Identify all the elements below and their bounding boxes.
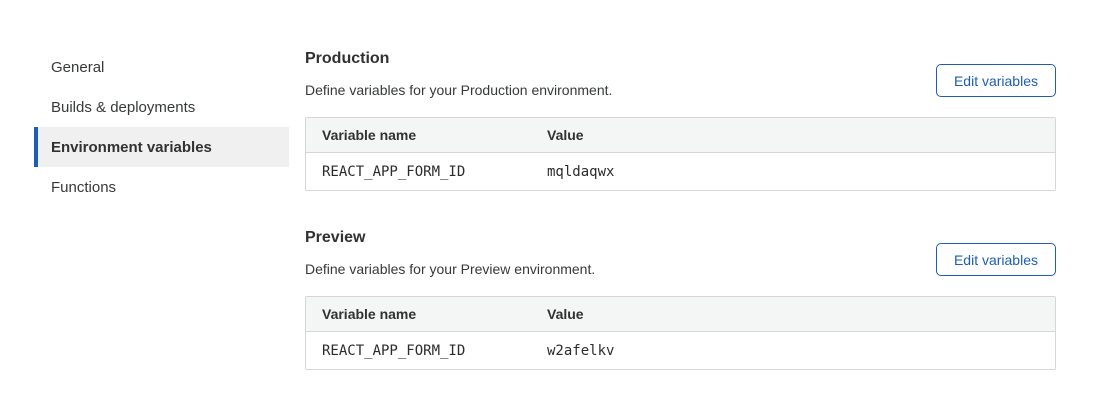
column-header-variable-name: Variable name (306, 306, 531, 322)
sidebar-item-environment-variables[interactable]: Environment variables (34, 127, 289, 167)
variable-name-cell: REACT_APP_FORM_ID (306, 343, 531, 359)
sidebar-item-builds-deployments[interactable]: Builds & deployments (34, 87, 289, 127)
settings-content: Production Define variables for your Pro… (305, 49, 1056, 370)
column-header-value: Value (531, 306, 1055, 322)
column-header-variable-name: Variable name (306, 127, 531, 143)
table-header-row: Variable name Value (306, 118, 1055, 153)
production-section: Production Define variables for your Pro… (305, 49, 1056, 191)
production-variables-table: Variable name Value REACT_APP_FORM_ID mq… (305, 117, 1056, 191)
variable-name-cell: REACT_APP_FORM_ID (306, 164, 531, 180)
sidebar-item-functions[interactable]: Functions (34, 167, 289, 207)
variable-value-cell: w2afelkv (531, 343, 1055, 359)
variable-value-cell: mqldaqwx (531, 164, 1055, 180)
column-header-value: Value (531, 127, 1055, 143)
preview-variables-table: Variable name Value REACT_APP_FORM_ID w2… (305, 296, 1056, 370)
table-row: REACT_APP_FORM_ID w2afelkv (306, 332, 1055, 369)
edit-variables-button-preview[interactable]: Edit variables (936, 243, 1056, 276)
settings-sidebar: General Builds & deployments Environment… (34, 47, 289, 207)
table-header-row: Variable name Value (306, 297, 1055, 332)
edit-variables-button-production[interactable]: Edit variables (936, 64, 1056, 97)
table-row: REACT_APP_FORM_ID mqldaqwx (306, 153, 1055, 190)
sidebar-item-general[interactable]: General (34, 47, 289, 87)
preview-section: Preview Define variables for your Previe… (305, 228, 1056, 370)
